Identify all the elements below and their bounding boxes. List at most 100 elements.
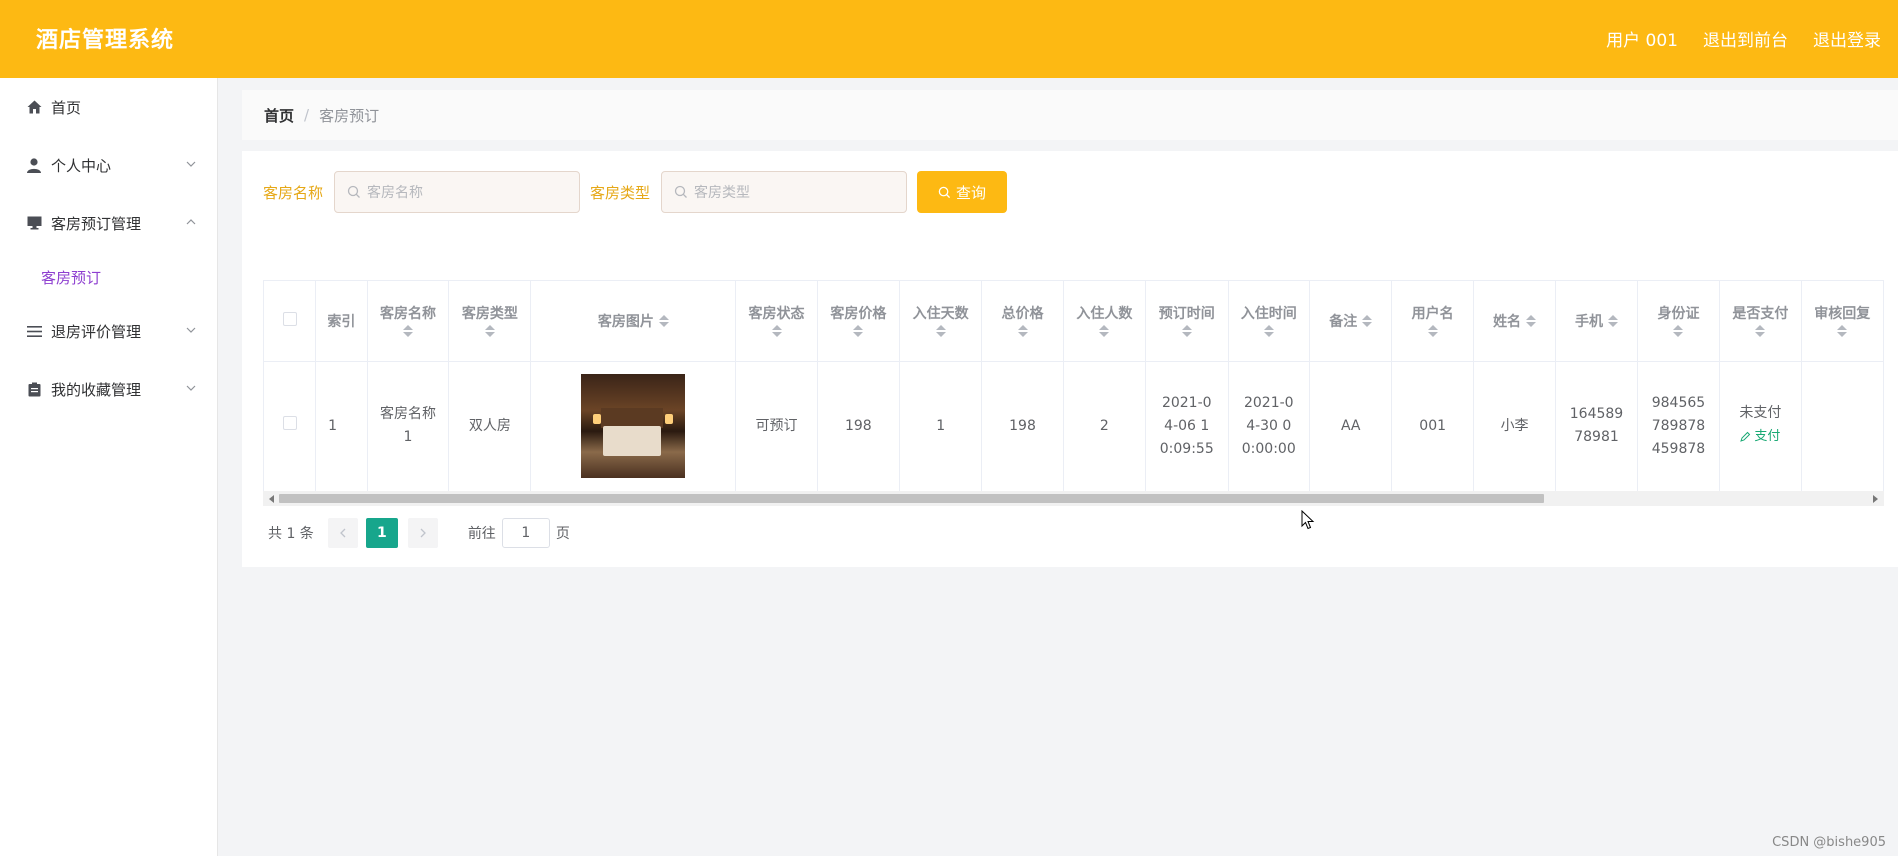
page-number-button[interactable]: 1 [365,518,398,548]
logout-link[interactable]: 退出登录 [1813,26,1881,51]
sort-icon[interactable] [771,324,782,337]
cell-paid: 未支付 支付 [1719,361,1802,492]
room-image[interactable] [581,374,686,478]
goto-page-input[interactable]: 1 [501,518,550,548]
cell-checkin-time: 2021-04-30 00:00:00 [1228,361,1311,492]
sidebar-item-favorites[interactable]: 我的收藏管理 [0,360,217,418]
cell-name: 小李 [1473,361,1557,492]
scroll-right-arrow-icon[interactable] [1873,495,1878,503]
watermark: CSDN @bishe905 [1772,835,1886,850]
column-header[interactable]: 身份证 [1637,281,1721,362]
select-all-cell [264,281,317,362]
sort-icon[interactable] [1362,314,1373,327]
user-label[interactable]: 用户 001 [1606,26,1678,51]
select-all-checkbox[interactable] [282,311,297,326]
chevron-up-icon [186,219,196,225]
clipboard-icon [26,381,42,397]
room-type-input[interactable]: 客房类型 [661,171,908,213]
sidebar-subitem-room-booking[interactable]: 客房预订 [0,252,217,302]
cell-username: 001 [1391,361,1474,492]
sort-icon[interactable] [1608,314,1618,327]
monitor-icon [26,215,42,231]
sort-icon[interactable] [402,324,413,337]
pagination: 共 1 条 1 前往 1 页 [268,518,570,548]
column-header[interactable]: 是否支付 [1719,281,1802,362]
column-header[interactable]: 客房类型 [448,281,532,362]
page-unit-label: 页 [555,526,570,542]
column-header[interactable]: 备注 [1309,281,1393,362]
back-to-front-link[interactable]: 退出到前台 [1703,26,1788,51]
app-title: 酒店管理系统 [36,28,175,53]
sort-icon[interactable] [1099,324,1110,337]
sort-icon[interactable] [1526,314,1537,327]
cell-note: AA [1309,361,1393,492]
sort-icon[interactable] [853,324,864,337]
sort-icon[interactable] [1837,324,1848,337]
column-header[interactable]: 客房状态 [735,281,818,362]
cell-status: 可预订 [735,361,818,492]
row-select-cell [264,361,317,492]
scrollbar-thumb[interactable] [279,494,1544,503]
room-type-label: 客房类型 [590,183,651,202]
sidebar-item-home[interactable]: 首页 [0,78,217,136]
home-icon [26,99,42,115]
column-header[interactable]: 客房价格 [817,281,901,362]
column-header: 索引 [315,281,368,362]
cell-days: 1 [899,361,983,492]
cell-index: 1 [315,361,368,492]
room-name-input[interactable]: 客房名称 [334,171,581,213]
column-header[interactable]: 预订时间 [1145,281,1229,362]
column-header[interactable]: 入住天数 [899,281,983,362]
sort-icon[interactable] [658,314,669,327]
breadcrumb-current: 客房预订 [319,106,380,125]
sidebar-item-label: 我的收藏管理 [51,380,142,399]
scroll-left-arrow-icon[interactable] [269,495,274,503]
pay-button[interactable]: 支付 [1740,425,1780,448]
column-header[interactable]: 入住时间 [1228,281,1311,362]
sort-icon[interactable] [1755,324,1766,337]
sort-icon[interactable] [484,324,495,337]
search-icon [674,185,687,198]
search-icon [347,185,360,198]
sidebar-item-room-booking[interactable]: 客房预订管理 [0,194,217,252]
column-header[interactable]: 客房图片 [530,281,737,362]
chevron-down-icon [186,327,196,333]
cell-room-name: 客房名称1 [367,361,450,492]
column-header[interactable]: 客房名称 [367,281,450,362]
sidebar-item-label: 客房预订管理 [51,214,142,233]
mouse-cursor-icon [1301,510,1315,530]
sidebar-item-checkout-review[interactable]: 退房评价管理 [0,302,217,360]
cell-review-reply [1801,361,1884,492]
pagination-total: 共 1 条 [268,526,314,542]
edit-icon [1740,431,1751,442]
chevron-down-icon [186,161,196,167]
next-page-button[interactable] [407,518,438,548]
chevron-left-icon [339,528,346,538]
sidebar-item-profile[interactable]: 个人中心 [0,136,217,194]
sort-icon[interactable] [935,324,946,337]
query-button[interactable]: 查询 [917,171,1008,213]
breadcrumb-home[interactable]: 首页 [264,105,294,126]
room-name-placeholder: 客房名称 [367,185,424,201]
column-header[interactable]: 审核回复 [1801,281,1884,362]
table-horizontal-scrollbar[interactable] [263,491,1884,506]
sort-icon[interactable] [1427,324,1438,337]
column-header[interactable]: 姓名 [1473,281,1557,362]
column-header[interactable]: 总价格 [981,281,1064,362]
breadcrumb-separator: / [304,106,310,124]
sort-icon[interactable] [1181,324,1192,337]
column-header[interactable]: 用户名 [1391,281,1474,362]
prev-page-button[interactable] [327,518,358,548]
sort-icon[interactable] [1017,324,1028,337]
sort-icon[interactable] [1263,324,1274,337]
column-header[interactable]: 手机 [1555,281,1638,362]
cell-room-image [530,361,737,492]
chevron-right-icon [420,528,426,538]
sidebar: 首页 个人中心 客房预订管理 客房预订 退房评价管理 我的收藏管理 [0,78,218,856]
data-table: 索引 客房名称 客房类型 客房图片 客房状态 客房价格 入住天数 总价格 入住人… [263,280,1884,506]
room-type-placeholder: 客房类型 [694,185,751,201]
row-checkbox[interactable] [282,415,297,430]
chevron-down-icon [186,385,196,391]
sort-icon[interactable] [1673,324,1684,337]
column-header[interactable]: 入住人数 [1063,281,1146,362]
